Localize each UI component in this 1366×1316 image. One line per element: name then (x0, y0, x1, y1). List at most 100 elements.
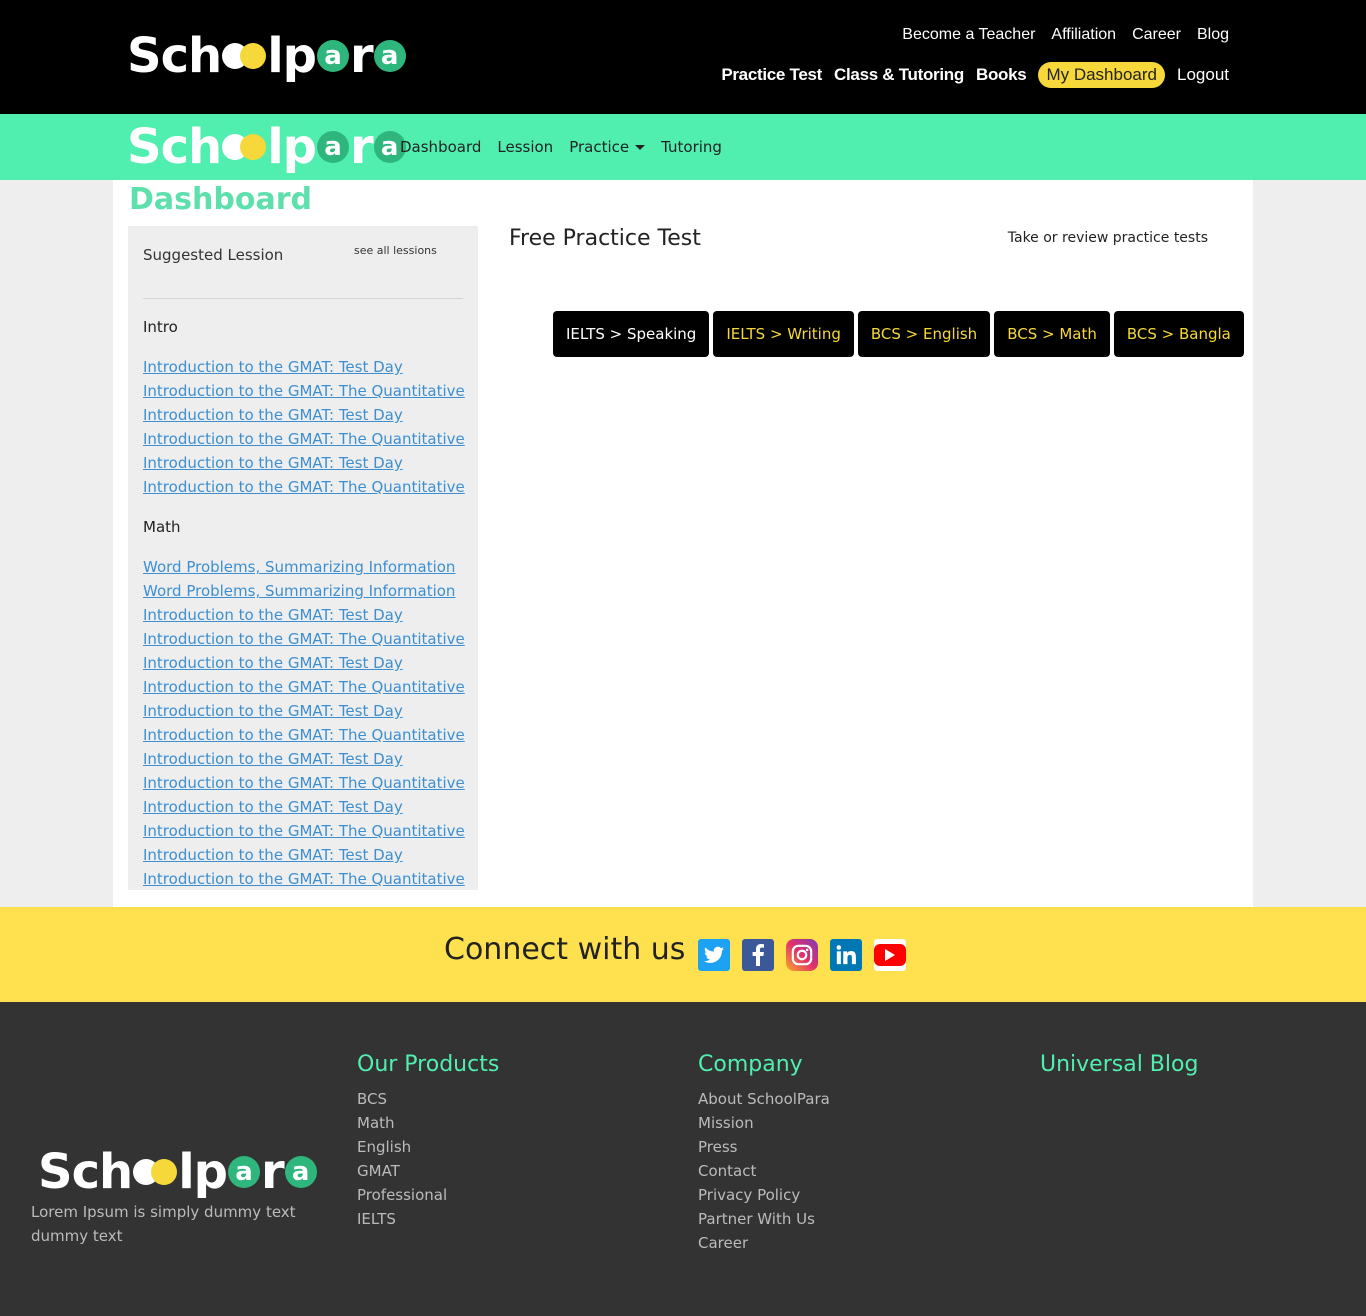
footer-link[interactable]: Mission (698, 1111, 830, 1135)
footer-link[interactable]: Career (698, 1231, 830, 1255)
logo-oo-mark (133, 1159, 178, 1185)
logo-oo-mark (222, 43, 267, 69)
practice-test-title: Free Practice Test (509, 226, 701, 251)
see-all-lessons-link[interactable]: see all lessions (354, 244, 437, 257)
list-item: Introduction to the GMAT: Test Day (143, 451, 465, 475)
list-item: Introduction to the GMAT: Test Day (143, 747, 465, 771)
lesson-link[interactable]: Introduction to the GMAT: The Quantitati… (143, 822, 465, 840)
list-item: Introduction to the GMAT: Test Day (143, 651, 465, 675)
nav-dashboard[interactable]: Dashboard (400, 138, 481, 156)
footer-link[interactable]: About SchoolPara (698, 1087, 830, 1111)
lesson-group-title: Math (143, 518, 181, 536)
lesson-link[interactable]: Word Problems, Summarizing Information (143, 558, 455, 576)
dashboard-main: Dashboard Suggested Lession see all less… (113, 180, 1253, 907)
secondary-logo[interactable]: Sch lp a r a (127, 119, 407, 175)
site-footer: Sch lp a r a Lorem Ipsum is simply dummy tex… (0, 1002, 1366, 1316)
lesson-link[interactable]: Introduction to the GMAT: Test Day (143, 846, 403, 864)
lesson-link[interactable]: Introduction to the GMAT: The Quantitati… (143, 630, 465, 648)
youtube-icon[interactable] (874, 939, 906, 971)
class-tutoring-link[interactable]: Class & Tutoring (834, 65, 964, 85)
lesson-link[interactable]: Introduction to the GMAT: Test Day (143, 454, 403, 472)
lesson-list-intro: Introduction to the GMAT: Test Day Intro… (143, 355, 465, 499)
lesson-link[interactable]: Introduction to the GMAT: The Quantitati… (143, 870, 465, 888)
footer-link[interactable]: Math (357, 1111, 499, 1135)
list-item: Introduction to the GMAT: The Quantitati… (143, 675, 465, 699)
ielts-writing-button[interactable]: IELTS > Writing (713, 311, 854, 357)
list-item: Introduction to the GMAT: The Quantitati… (143, 867, 465, 890)
practice-test-link[interactable]: Practice Test (721, 65, 822, 85)
nav-practice-label: Practice (569, 138, 630, 156)
footer-link[interactable]: English (357, 1135, 499, 1159)
bcs-english-button[interactable]: BCS > English (857, 311, 991, 357)
page-title: Dashboard (129, 182, 312, 217)
footer-link[interactable]: Contact (698, 1159, 830, 1183)
list-item: Introduction to the GMAT: Test Day (143, 355, 465, 379)
lesson-link[interactable]: Introduction to the GMAT: The Quantitati… (143, 478, 465, 496)
lesson-link[interactable]: Introduction to the GMAT: Test Day (143, 798, 403, 816)
lesson-link[interactable]: Introduction to the GMAT: Test Day (143, 606, 403, 624)
practice-test-buttons: IELTS > Speaking IELTS > Writing BCS > E… (553, 311, 1244, 357)
footer-blog-title[interactable]: Universal Blog (1040, 1052, 1198, 1077)
list-item: Introduction to the GMAT: Test Day (143, 403, 465, 427)
blog-link[interactable]: Blog (1197, 26, 1229, 44)
footer-link[interactable]: Privacy Policy (698, 1183, 830, 1207)
lesson-link[interactable]: Introduction to the GMAT: The Quantitati… (143, 678, 465, 696)
lesson-group-title: Intro (143, 318, 178, 336)
lesson-link[interactable]: Introduction to the GMAT: Test Day (143, 702, 403, 720)
lesson-link[interactable]: Introduction to the GMAT: The Quantitati… (143, 430, 465, 448)
become-teacher-link[interactable]: Become a Teacher (902, 26, 1035, 44)
list-item: Introduction to the GMAT: Test Day (143, 603, 465, 627)
lesson-link[interactable]: Introduction to the GMAT: The Quantitati… (143, 726, 465, 744)
bcs-math-button[interactable]: BCS > Math (994, 311, 1110, 357)
footer-link[interactable]: IELTS (357, 1207, 499, 1231)
footer-logo[interactable]: Sch lp a r a (38, 1144, 318, 1200)
list-item: Introduction to the GMAT: Test Day (143, 699, 465, 723)
nav-lession[interactable]: Lession (497, 138, 553, 156)
secondary-nav-links: Dashboard Lession Practice Tutoring (400, 138, 722, 156)
facebook-icon[interactable] (742, 939, 774, 971)
lesson-link[interactable]: Introduction to the GMAT: Test Day (143, 406, 403, 424)
career-link[interactable]: Career (1132, 26, 1181, 44)
list-item: Introduction to the GMAT: The Quantitati… (143, 771, 465, 795)
social-links (698, 939, 906, 971)
bcs-bangla-button[interactable]: BCS > Bangla (1113, 311, 1244, 357)
twitter-icon[interactable] (698, 939, 730, 971)
footer-blog: Universal Blog (1040, 1052, 1198, 1087)
connect-section: Connect with us (0, 907, 1366, 1002)
footer-link[interactable]: Partner With Us (698, 1207, 830, 1231)
footer-company-title: Company (698, 1052, 803, 1077)
instagram-icon[interactable] (786, 939, 818, 971)
lesson-link[interactable]: Introduction to the GMAT: The Quantitati… (143, 774, 465, 792)
footer-company: Company About SchoolPara Mission Press C… (698, 1052, 830, 1255)
my-dashboard-button[interactable]: My Dashboard (1038, 62, 1165, 88)
footer-link[interactable]: GMAT (357, 1159, 499, 1183)
list-item: Introduction to the GMAT: The Quantitati… (143, 475, 465, 499)
top-main-nav: Practice Test Class & Tutoring Books My … (721, 62, 1229, 88)
lesson-list-math: Word Problems, Summarizing Information W… (143, 555, 465, 890)
ielts-speaking-button[interactable]: IELTS > Speaking (553, 311, 710, 357)
suggested-lessons-panel: Suggested Lession see all lessions Intro… (128, 226, 478, 890)
site-logo[interactable]: Sch lp a r a (127, 28, 407, 84)
list-item: Introduction to the GMAT: Test Day (143, 795, 465, 819)
list-item: Introduction to the GMAT: The Quantitati… (143, 427, 465, 451)
lesson-link[interactable]: Introduction to the GMAT: The Quantitati… (143, 382, 465, 400)
footer-products-title: Our Products (357, 1052, 500, 1077)
lesson-link[interactable]: Introduction to the GMAT: Test Day (143, 750, 403, 768)
top-utility-nav: Become a Teacher Affiliation Career Blog (902, 26, 1229, 44)
footer-link[interactable]: Press (698, 1135, 830, 1159)
top-header: Sch lp a r a Become a Teacher Affiliation Ca… (0, 0, 1366, 114)
logout-link[interactable]: Logout (1177, 65, 1229, 85)
linkedin-icon[interactable] (830, 939, 862, 971)
nav-practice-dropdown[interactable]: Practice (569, 138, 646, 156)
list-item: Word Problems, Summarizing Information (143, 555, 465, 579)
affiliation-link[interactable]: Affiliation (1051, 26, 1116, 44)
footer-link[interactable]: BCS (357, 1087, 499, 1111)
lesson-link[interactable]: Introduction to the GMAT: Test Day (143, 358, 403, 376)
lesson-link[interactable]: Word Problems, Summarizing Information (143, 582, 455, 600)
footer-link[interactable]: Professional (357, 1183, 499, 1207)
lesson-link[interactable]: Introduction to the GMAT: Test Day (143, 654, 403, 672)
nav-tutoring[interactable]: Tutoring (661, 138, 722, 156)
list-item: Introduction to the GMAT: Test Day (143, 843, 465, 867)
connect-title: Connect with us (444, 932, 686, 967)
books-link[interactable]: Books (976, 65, 1027, 85)
